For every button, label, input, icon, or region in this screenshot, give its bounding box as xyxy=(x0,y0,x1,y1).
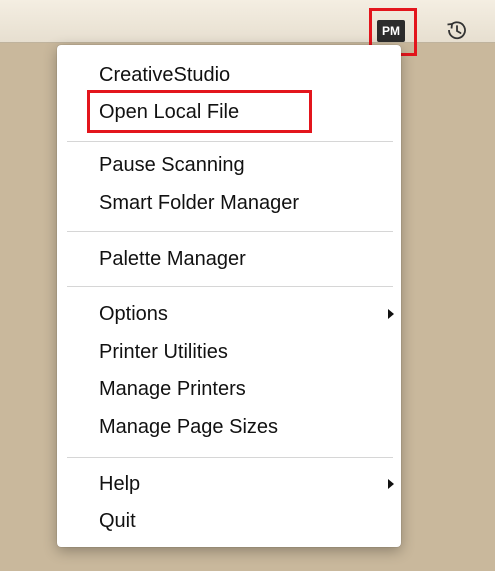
menu-item-manage-page-sizes[interactable]: Manage Page Sizes xyxy=(99,415,278,439)
menu-item-quit[interactable]: Quit xyxy=(99,509,136,533)
menu-item-manage-printers[interactable]: Manage Printers xyxy=(99,377,246,401)
menu-item-options[interactable]: Options xyxy=(99,302,168,326)
menu-bar xyxy=(0,0,495,43)
submenu-arrow-icon xyxy=(388,479,394,489)
menu-separator xyxy=(67,286,393,287)
open-local-file-highlight-box xyxy=(87,90,312,133)
history-icon[interactable] xyxy=(441,17,471,43)
menu-separator xyxy=(67,457,393,458)
submenu-arrow-icon xyxy=(388,309,394,319)
menu-separator xyxy=(67,231,393,232)
menu-separator xyxy=(67,141,393,142)
menu-item-printer-utilities[interactable]: Printer Utilities xyxy=(99,340,228,364)
menu-item-creativestudio[interactable]: CreativeStudio xyxy=(99,63,230,87)
menu-item-smart-folder-manager[interactable]: Smart Folder Manager xyxy=(99,191,299,215)
menu-item-help[interactable]: Help xyxy=(99,472,140,496)
menu-item-pause-scanning[interactable]: Pause Scanning xyxy=(99,153,245,177)
menu-item-palette-manager[interactable]: Palette Manager xyxy=(99,247,246,271)
dropdown-menu: CreativeStudio Open Local File Pause Sca… xyxy=(57,45,401,547)
